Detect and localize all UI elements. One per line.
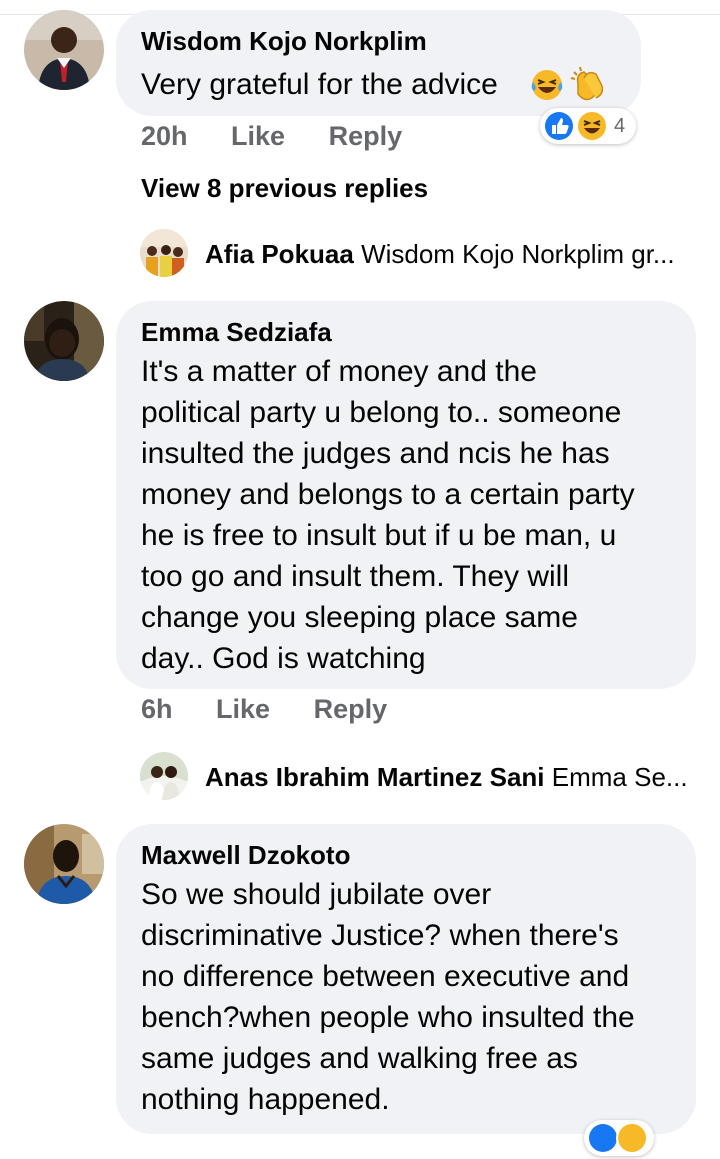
like-reaction-icon — [544, 111, 574, 146]
reply-button[interactable]: Reply — [329, 121, 403, 151]
comment-author[interactable]: Maxwell Dzokoto — [141, 840, 350, 871]
comment-author[interactable]: Wisdom Kojo Norkplim — [141, 26, 427, 57]
like-button[interactable]: Like — [216, 694, 270, 724]
reply-author[interactable]: Anas Ibrahim Martinez Sani — [205, 762, 545, 792]
reply-preview[interactable]: Afia Pokuaa Wisdom Kojo Norkplim gr... — [205, 239, 675, 270]
timestamp[interactable]: 6h — [141, 694, 173, 724]
reaction-summary[interactable]: 4 — [540, 108, 636, 144]
laughing-tears-icon — [530, 68, 564, 107]
comment-bubble[interactable]: Maxwell Dzokoto So we should jubilate ov… — [116, 824, 696, 1134]
avatar-anas[interactable] — [140, 752, 188, 800]
clapping-hands-icon — [568, 64, 608, 109]
reply-preview[interactable]: Anas Ibrahim Martinez Sani Emma Se... — [205, 762, 688, 793]
comment-meta: 6h Like Reply — [141, 694, 423, 725]
avatar-emma[interactable] — [24, 301, 104, 381]
comment-bubble[interactable]: Emma Sedziafa It's a matter of money and… — [116, 301, 696, 689]
reaction-summary-partial[interactable] — [584, 1120, 654, 1156]
reaction-count: 4 — [614, 115, 626, 137]
comment-meta: 20h Like Reply — [141, 121, 438, 152]
comment-author[interactable]: Emma Sedziafa — [141, 317, 332, 348]
like-button[interactable]: Like — [231, 121, 285, 151]
reply-button[interactable]: Reply — [314, 694, 388, 724]
view-previous-replies[interactable]: View 8 previous replies — [141, 173, 428, 204]
avatar-maxwell[interactable] — [24, 824, 104, 904]
avatar-wisdom[interactable] — [24, 10, 104, 90]
comment-bubble[interactable]: Wisdom Kojo Norkplim Very grateful for t… — [116, 10, 641, 116]
avatar-afia[interactable] — [140, 229, 188, 277]
like-reaction-icon — [588, 1123, 618, 1158]
reply-snippet: Emma Se... — [551, 762, 688, 792]
reply-author[interactable]: Afia Pokuaa — [205, 239, 354, 269]
comment-text: So we should jubilate over discriminativ… — [141, 878, 635, 1116]
reply-snippet: Wisdom Kojo Norkplim gr... — [361, 239, 675, 269]
haha-reaction-icon — [616, 1122, 648, 1159]
comment-text: Very grateful for the advice — [141, 68, 498, 101]
timestamp[interactable]: 20h — [141, 121, 188, 151]
comment-text: It's a matter of money and the political… — [141, 355, 635, 675]
haha-reaction-icon — [576, 110, 608, 147]
